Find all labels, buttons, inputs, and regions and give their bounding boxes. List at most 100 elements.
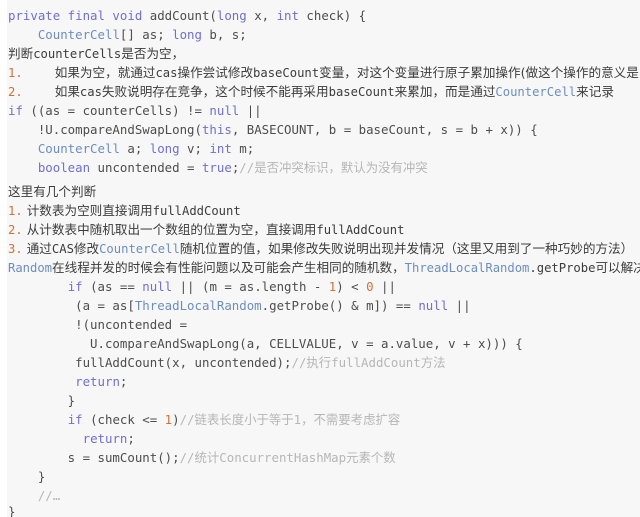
token: this (201, 122, 232, 137)
code-line: !(uncontended = (8, 315, 640, 334)
token: check) { (298, 8, 367, 23)
token: baseCount (253, 66, 320, 80)
token: 这里有几个判断 (8, 184, 97, 199)
token: } (8, 393, 76, 408)
prose-line: 2. 从计数表中随机取出一个数组的位置为空，直接调用fullAddCount (8, 220, 640, 239)
token: true (201, 160, 232, 175)
token: 随机位置的值，如果修改失败说明出现并发情况（这里又用到了一种巧妙的方法） (179, 241, 634, 256)
token: (check <= (82, 412, 165, 427)
token: 来累加，而是通过 (394, 84, 496, 99)
token: cas (155, 66, 178, 80)
token: !(uncontended = (8, 317, 188, 332)
token: addCount( (149, 8, 217, 23)
token: ((as = counterCells) != (22, 103, 210, 118)
token: CounterCell (37, 27, 120, 42)
token: long (149, 141, 180, 156)
prose-line: 2. 如果cas失败说明存在竞争，这个时候不能再采用baseCount来累加，而… (8, 82, 640, 101)
token: CounterCell (37, 141, 120, 156)
token: } (8, 469, 46, 484)
code-line: } (8, 502, 640, 517)
token: 从计数表中随机取出一个数组的位置为空，直接调用 (26, 222, 317, 237)
list-indent (23, 65, 55, 80)
token: 计数表为空则直接调用 (26, 203, 153, 218)
list-marker: 1. (8, 66, 23, 80)
code-line: return; (8, 429, 640, 448)
token: if (8, 103, 23, 118)
token: ) (172, 412, 180, 427)
token: null (142, 279, 173, 294)
code-line: if ((as = counterCells) != null || (8, 101, 640, 120)
code-line: CounterCell[] as; long b, s; (8, 25, 640, 44)
prose-line: 判断counterCells是否为空， (8, 44, 640, 63)
code-line: return; (8, 372, 640, 391)
token: ThreadLocalRandom (134, 298, 262, 313)
token: 操作尝试修改 (177, 65, 254, 80)
token: (a = as[ (8, 298, 135, 313)
token: if (67, 279, 83, 294)
token: .getProbe() & m]) == (261, 298, 419, 313)
token: uncontended = (90, 160, 202, 175)
code-line: } (8, 391, 640, 410)
token: , BASECOUNT, b = baseCount, s = b + x)) … (231, 122, 538, 137)
token: 来记录 (576, 84, 614, 99)
token: //… (37, 488, 61, 503)
token: 是否为空， (121, 46, 185, 61)
token: Random (8, 261, 53, 275)
token: [] as; (119, 27, 173, 42)
token: counterCells (33, 47, 122, 61)
token: 失败说明存在竞争，这个时候不能再采用 (101, 84, 329, 99)
token: long (172, 27, 202, 42)
code-line: } (8, 467, 640, 486)
token: } (8, 504, 16, 517)
token: 如果为空，就通过 (54, 65, 156, 80)
token: //是否冲突标识，默认为没有冲突 (239, 160, 428, 175)
code-line: (a = as[ThreadLocalRandom.getProbe() & m… (8, 296, 640, 315)
code-line: if (check <= 1)//链表长度小于等于1，不需要考虑扩容 (8, 410, 640, 429)
token: boolean (37, 160, 91, 175)
token: long (216, 8, 247, 23)
token: ; (119, 374, 128, 389)
token: !U.compareAndSwapLong( (8, 122, 202, 137)
token: CounterCell (495, 85, 577, 99)
code-line: !U.compareAndSwapLong(this, BASECOUNT, b… (8, 120, 640, 139)
token: ) < (336, 279, 367, 294)
prose-line: 1. 如果为空，就通过cas操作尝试修改baseCount变量，对这个变量进行原… (8, 63, 640, 82)
token: 如果 (54, 84, 80, 99)
code-line: U.compareAndSwapLong(a, CELLVALUE, v = a… (8, 334, 640, 353)
token: 修改 (73, 241, 100, 256)
token: int (276, 8, 299, 23)
token: null (209, 103, 240, 118)
token: a; (119, 141, 150, 156)
token: || (448, 298, 471, 313)
list-indent (23, 84, 55, 99)
token: || (239, 103, 262, 118)
prose-line: 这里有几个判断 (8, 182, 640, 201)
token: x, (246, 8, 277, 23)
prose-line: Random在线程并发的时候会有性能问题以及可能会产生相同的随机数，Thread… (8, 258, 640, 277)
code-line: CounterCell a; long v; int m; (8, 139, 640, 158)
token: //链表长度小于等于1，不需要考虑扩容 (179, 412, 401, 427)
token: cas (79, 85, 102, 99)
token: //执行fullAddCount方法 (291, 355, 446, 370)
token: CounterCell (99, 242, 180, 256)
list-marker: 3. (8, 242, 23, 256)
token: null (418, 298, 449, 313)
token: fullAddCount(x, uncontended); (8, 355, 292, 370)
token: m; (231, 141, 255, 156)
token: U.compareAndSwapLong(a, CELLVALUE, v = a… (8, 336, 523, 351)
token: //统计ConcurrentHashMap元素个数 (179, 450, 396, 465)
token: b, s; (201, 27, 247, 42)
token: 在线程并发的时候会有性能问题以及可能会产生相同的随机数， (52, 260, 405, 275)
token: if (67, 412, 83, 427)
token: return (75, 374, 120, 389)
token: return (82, 431, 128, 446)
token: s = sumCount(); (8, 450, 180, 465)
token: 变量，对这个变量进行原子累加操作(做这个操作的意义是 (319, 65, 639, 80)
